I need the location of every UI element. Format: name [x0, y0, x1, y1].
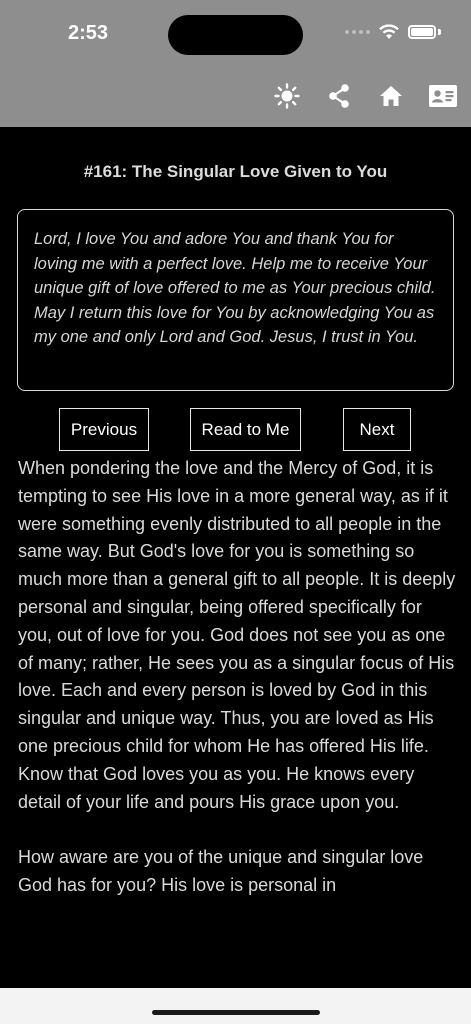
- wifi-icon: [379, 24, 399, 39]
- header-bar: 2:53: [0, 0, 471, 127]
- brightness-icon[interactable]: [271, 82, 303, 110]
- home-indicator-area: [0, 988, 471, 1024]
- page-title: #161: The Singular Love Given to You: [83, 162, 388, 181]
- signal-icon: [345, 30, 370, 34]
- previous-button[interactable]: Previous: [59, 408, 149, 451]
- toolbar: [271, 82, 459, 110]
- contact-card-icon[interactable]: [427, 82, 459, 110]
- status-time: 2:53: [68, 22, 109, 44]
- home-icon[interactable]: [375, 82, 407, 110]
- home-indicator[interactable]: [152, 1010, 320, 1015]
- read-to-me-button[interactable]: Read to Me: [190, 408, 301, 451]
- body-paragraph: When pondering the love and the Mercy of…: [18, 458, 456, 812]
- prayer-box: Lord, I love You and adore You and thank…: [17, 209, 454, 391]
- battery-icon: [408, 25, 436, 39]
- battery-tip: [438, 29, 441, 35]
- reflection-body: When pondering the love and the Mercy of…: [18, 455, 458, 928]
- status-icons: [345, 24, 441, 40]
- dynamic-island: [168, 15, 303, 55]
- body-paragraph: How aware are you of the unique and sing…: [18, 847, 424, 895]
- share-icon[interactable]: [323, 82, 355, 110]
- next-button[interactable]: Next: [343, 408, 411, 451]
